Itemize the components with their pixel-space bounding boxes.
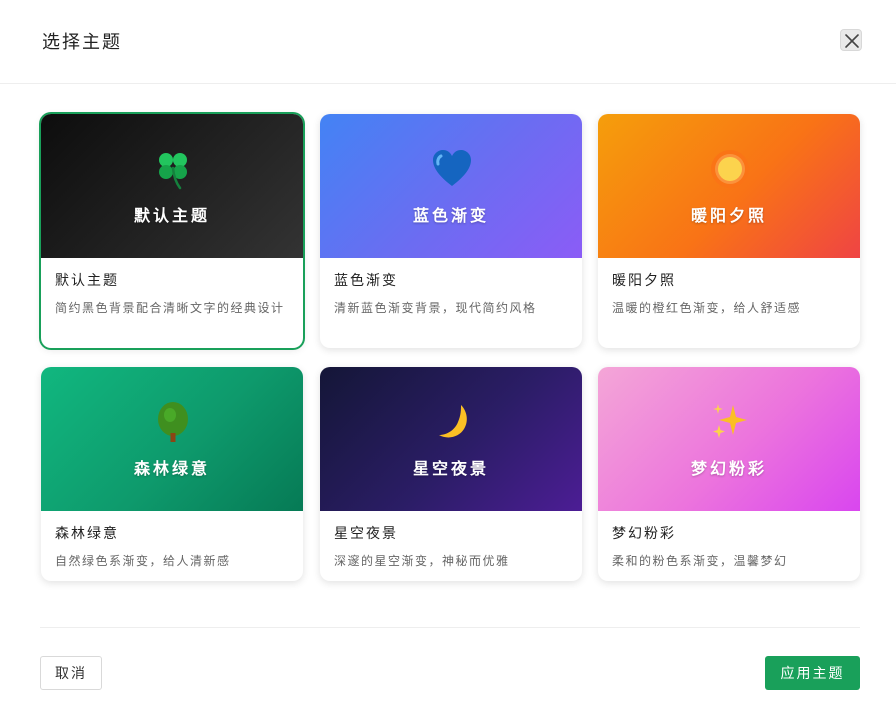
- theme-description: 清新蓝色渐变背景，现代简约风格: [334, 301, 537, 315]
- theme-description: 温暖的橙红色渐变，给人舒适感: [612, 301, 802, 315]
- sun-icon: [711, 150, 749, 188]
- moon-icon: [439, 405, 467, 438]
- theme-preview-name: 星空夜景: [412, 459, 489, 478]
- theme-preview-blue: 蓝色渐变: [320, 114, 582, 258]
- theme-card-dream[interactable]: 梦幻粉彩 梦幻粉彩 柔和的粉色系渐变，温馨梦幻: [598, 367, 860, 581]
- cancel-button[interactable]: 取消: [40, 656, 102, 690]
- close-button[interactable]: [840, 29, 862, 51]
- theme-name: 默认主题: [55, 273, 119, 289]
- theme-name: 蓝色渐变: [334, 273, 398, 289]
- theme-preview-dream: 梦幻粉彩: [598, 367, 860, 511]
- clover-icon: [159, 153, 187, 190]
- theme-card-forest[interactable]: 森林绿意 森林绿意 自然绿色系渐变，给人清新感: [41, 367, 303, 581]
- theme-card-default[interactable]: 默认主题 默认主题 简约黑色背景配合清晰文字的经典设计: [41, 114, 303, 348]
- theme-preview-default: 默认主题: [41, 114, 303, 258]
- theme-description: 简约黑色背景配合清晰文字的经典设计: [55, 301, 285, 315]
- sparkles-icon: [713, 404, 747, 438]
- theme-preview-name: 梦幻粉彩: [690, 459, 767, 478]
- theme-card-sunset[interactable]: 暖阳夕照 暖阳夕照 温暖的橙红色渐变，给人舒适感: [598, 114, 860, 348]
- dialog-header: 选择主题: [0, 0, 896, 84]
- theme-card-night[interactable]: 星空夜景 星空夜景 深邃的星空渐变，神秘而优雅: [320, 367, 582, 581]
- theme-description: 柔和的粉色系渐变，温馨梦幻: [612, 554, 788, 568]
- theme-name: 暖阳夕照: [612, 273, 676, 289]
- theme-card-blue[interactable]: 蓝色渐变 蓝色渐变 清新蓝色渐变背景，现代简约风格: [320, 114, 582, 348]
- theme-preview-name: 森林绿意: [133, 459, 210, 478]
- blue-heart-icon: [433, 150, 471, 186]
- footer-divider: [40, 627, 860, 628]
- theme-preview-name: 默认主题: [133, 206, 210, 225]
- theme-preview-name: 蓝色渐变: [412, 206, 489, 225]
- theme-dialog: 选择主题 默认主题 默认主题 简约黑色背景配合清晰文字的经典设计 蓝色渐变 蓝色…: [0, 0, 896, 717]
- theme-preview-sunset: 暖阳夕照: [598, 114, 860, 258]
- dialog-title: 选择主题: [42, 32, 122, 53]
- theme-description: 自然绿色系渐变，给人清新感: [55, 554, 231, 568]
- theme-description: 深邃的星空渐变，神秘而优雅: [334, 554, 510, 568]
- tree-icon: [158, 402, 188, 442]
- theme-name: 星空夜景: [334, 526, 398, 542]
- theme-preview-name: 暖阳夕照: [690, 206, 767, 225]
- theme-preview-forest: 森林绿意: [41, 367, 303, 511]
- theme-preview-night: 星空夜景: [320, 367, 582, 511]
- theme-name: 梦幻粉彩: [612, 526, 676, 542]
- close-icon: [845, 34, 859, 48]
- apply-theme-button[interactable]: 应用主题: [765, 656, 860, 690]
- theme-name: 森林绿意: [55, 526, 119, 542]
